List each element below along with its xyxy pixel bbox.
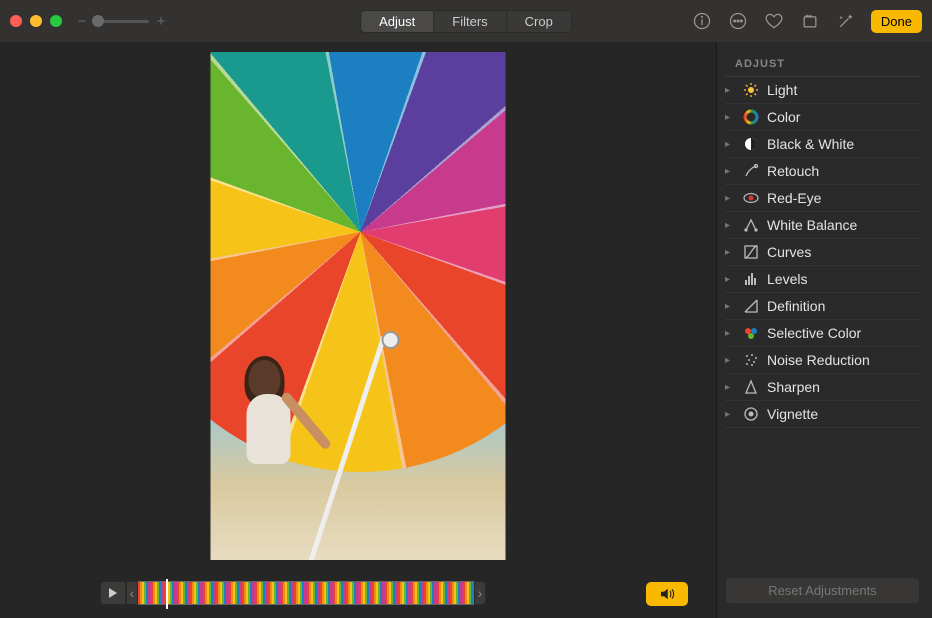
adjustment-color[interactable]: ▸ Color [725,104,920,131]
playhead[interactable] [166,579,168,609]
favorite-icon[interactable] [763,10,785,32]
toolbar-right: Done [691,10,922,33]
trim-start-handle[interactable]: ‹ [126,581,138,605]
adjustment-whitebalance[interactable]: ▸ White Balance [725,212,920,239]
chevron-right-icon: ▸ [725,85,735,96]
adjustment-label: Black & White [767,136,854,152]
adjustment-bw[interactable]: ▸ Black & White [725,131,920,158]
tab-filters[interactable]: Filters [434,11,506,32]
selectivecolor-icon [743,325,759,341]
adjustment-label: Sharpen [767,379,820,395]
adjustment-noise[interactable]: ▸ Noise Reduction [725,347,920,374]
adjustment-selectivecolor[interactable]: ▸ Selective Color [725,320,920,347]
color-icon [743,109,759,125]
fullscreen-window-button[interactable] [50,15,62,27]
adjustment-label: Levels [767,271,807,287]
video-timeline: ‹ › [100,580,486,606]
close-window-button[interactable] [10,15,22,27]
definition-icon [743,298,759,314]
adjustment-label: Definition [767,298,825,314]
edit-mode-tabs: Adjust Filters Crop [360,10,572,33]
adjustment-label: Retouch [767,163,819,179]
chevron-right-icon: ▸ [725,139,735,150]
sharpen-icon [743,379,759,395]
adjustment-sharpen[interactable]: ▸ Sharpen [725,374,920,401]
window-controls [10,15,62,27]
chevron-right-icon: ▸ [725,355,735,366]
zoom-track[interactable] [94,20,149,23]
main-area: ‹ › ADJUST ▸ Light ▸ Color ▸ Black & White ▸ Re… [0,42,932,618]
zoom-knob[interactable] [92,15,104,27]
photo-preview[interactable] [211,52,506,560]
adjust-sidebar: ADJUST ▸ Light ▸ Color ▸ Black & White ▸ Retouc… [716,42,932,618]
filmstrip[interactable] [138,581,474,605]
tab-crop[interactable]: Crop [507,11,571,32]
minimize-window-button[interactable] [30,15,42,27]
canvas-area: ‹ › [0,42,716,618]
chevron-right-icon: ▸ [725,409,735,420]
bw-icon [743,136,759,152]
audio-button[interactable] [646,582,688,606]
adjustment-label: Vignette [767,406,818,422]
chevron-right-icon: ▸ [725,301,735,312]
chevron-right-icon: ▸ [725,193,735,204]
zoom-in-icon: + [155,13,167,30]
adjustment-label: Selective Color [767,325,861,341]
chevron-right-icon: ▸ [725,382,735,393]
adjustment-label: Red-Eye [767,190,821,206]
adjustment-label: Noise Reduction [767,352,870,368]
vignette-icon [743,406,759,422]
light-icon [743,82,759,98]
toolbar: − + Adjust Filters Crop Done [0,0,932,42]
levels-icon [743,271,759,287]
adjustment-label: Curves [767,244,811,260]
adjustment-retouch[interactable]: ▸ Retouch [725,158,920,185]
adjustment-light[interactable]: ▸ Light [725,77,920,104]
curves-icon [743,244,759,260]
chevron-right-icon: ▸ [725,220,735,231]
reset-adjustments-button[interactable]: Reset Adjustments [725,577,920,604]
chevron-right-icon: ▸ [725,112,735,123]
rotate-icon[interactable] [799,10,821,32]
chevron-right-icon: ▸ [725,274,735,285]
adjustment-label: Light [767,82,797,98]
adjustment-label: White Balance [767,217,857,233]
redeye-icon [743,190,759,206]
noise-icon [743,352,759,368]
zoom-slider[interactable]: − + [76,13,167,30]
retouch-icon [743,163,759,179]
info-icon[interactable] [691,10,713,32]
adjustment-curves[interactable]: ▸ Curves [725,239,920,266]
tab-adjust[interactable]: Adjust [361,11,434,32]
adjustment-redeye[interactable]: ▸ Red-Eye [725,185,920,212]
trim-end-handle[interactable]: › [474,581,486,605]
adjustment-vignette[interactable]: ▸ Vignette [725,401,920,428]
adjustments-list: ▸ Light ▸ Color ▸ Black & White ▸ Retouch ▸ Red-E… [725,77,920,577]
sidebar-title: ADJUST [725,54,920,77]
chevron-right-icon: ▸ [725,247,735,258]
chevron-right-icon: ▸ [725,166,735,177]
whitebalance-icon [743,217,759,233]
play-button[interactable] [100,581,126,605]
auto-enhance-icon[interactable] [835,10,857,32]
chevron-right-icon: ▸ [725,328,735,339]
zoom-out-icon: − [76,13,88,30]
done-button[interactable]: Done [871,10,922,33]
more-icon[interactable] [727,10,749,32]
adjustment-definition[interactable]: ▸ Definition [725,293,920,320]
adjustment-label: Color [767,109,800,125]
adjustment-levels[interactable]: ▸ Levels [725,266,920,293]
